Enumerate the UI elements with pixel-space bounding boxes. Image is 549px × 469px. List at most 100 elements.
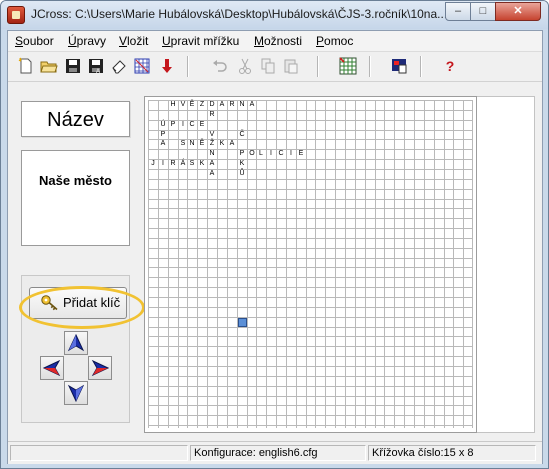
help-icon[interactable]: ? bbox=[441, 57, 459, 75]
grid-letter[interactable]: K bbox=[218, 139, 226, 149]
grid-letter[interactable]: Ú bbox=[159, 120, 167, 130]
toolbar-separator bbox=[369, 56, 371, 77]
menu-pomoc[interactable]: Pomoc bbox=[316, 34, 353, 48]
grid-letter[interactable]: A bbox=[218, 100, 226, 110]
crossword-icon[interactable] bbox=[133, 57, 151, 75]
toolbar-separator bbox=[317, 56, 319, 77]
grid-letter[interactable]: Ě bbox=[198, 139, 206, 149]
client-area: Soubor Úpravy Vložit Upravit mřížku Možn… bbox=[7, 30, 543, 464]
grid-letter[interactable]: Ž bbox=[208, 139, 216, 149]
grid-letter[interactable]: V bbox=[179, 100, 187, 110]
new-file-icon[interactable] bbox=[17, 57, 35, 75]
undo-icon[interactable] bbox=[211, 57, 229, 75]
key-icon bbox=[41, 295, 58, 311]
grid-letter[interactable]: A bbox=[208, 169, 216, 179]
svg-text:A: A bbox=[96, 69, 100, 75]
grid-letter[interactable]: K bbox=[198, 159, 206, 169]
toolbar-separator bbox=[187, 56, 189, 77]
grid-letter[interactable]: R bbox=[228, 100, 236, 110]
jcross-app-icon bbox=[7, 6, 25, 24]
menu-soubor[interactable]: Soubor bbox=[15, 34, 54, 48]
arrow-up-button[interactable] bbox=[64, 331, 88, 355]
grid-letter[interactable]: O bbox=[248, 149, 256, 159]
grid-empty-margin bbox=[477, 96, 535, 433]
add-key-button[interactable]: Přidat klíč bbox=[19, 286, 145, 329]
arrow-right-icon bbox=[91, 359, 110, 377]
toolbar: A ? bbox=[8, 52, 542, 82]
crossword-title: Naše město bbox=[39, 173, 112, 188]
arrow-up-icon bbox=[67, 333, 85, 352]
grid-letter[interactable]: N bbox=[188, 139, 196, 149]
arrow-down-button[interactable] bbox=[64, 381, 88, 405]
grid-letter[interactable]: A bbox=[248, 100, 256, 110]
minimize-button[interactable]: – bbox=[445, 2, 471, 21]
grid-letter[interactable]: N bbox=[238, 100, 246, 110]
copy-icon[interactable] bbox=[259, 57, 277, 75]
grid-letter[interactable]: L bbox=[257, 149, 265, 159]
menu-vlozit[interactable]: Vložit bbox=[119, 34, 148, 48]
status-config: Konfigurace: english6.cfg bbox=[190, 445, 366, 461]
status-bar: Konfigurace: english6.cfg Křížovka číslo… bbox=[8, 441, 542, 464]
cut-icon[interactable] bbox=[236, 57, 254, 75]
paste-icon[interactable] bbox=[282, 57, 300, 75]
crossword-title-box[interactable]: Naše město bbox=[21, 150, 130, 246]
grid-letter[interactable]: S bbox=[179, 139, 187, 149]
title-bar[interactable]: JCross: C:\Users\Marie Hubálovská\Deskto… bbox=[1, 1, 548, 29]
close-button[interactable]: ✕ bbox=[495, 2, 541, 21]
grid-letter[interactable]: Ě bbox=[188, 100, 196, 110]
grid-letter[interactable]: I bbox=[267, 149, 275, 159]
grid-letter[interactable]: H bbox=[169, 100, 177, 110]
crossword-grid-area[interactable]: HVĚZDARNARÚPICEPVČASNĚŽKANPOLICIEJIRÁSKA… bbox=[144, 96, 477, 433]
grid-letter[interactable]: Z bbox=[198, 100, 206, 110]
grid-letter[interactable]: E bbox=[297, 149, 305, 159]
grid-letter[interactable]: K bbox=[238, 159, 246, 169]
arrow-down-icon bbox=[67, 384, 85, 403]
grid-letter[interactable]: P bbox=[238, 149, 246, 159]
grid-letter[interactable]: A bbox=[228, 139, 236, 149]
grid-letters-layer: HVĚZDARNARÚPICEPVČASNĚŽKANPOLICIEJIRÁSKA… bbox=[148, 100, 473, 428]
grid-letter[interactable]: Č bbox=[238, 130, 246, 140]
left-panel: Název Naše město Přidat klíč bbox=[8, 83, 145, 435]
grid-letter[interactable]: C bbox=[277, 149, 285, 159]
down-arrow-icon[interactable] bbox=[158, 57, 176, 75]
arrow-left-button[interactable] bbox=[40, 356, 64, 380]
grid-letter[interactable]: P bbox=[169, 120, 177, 130]
grid-letter[interactable]: C bbox=[188, 120, 196, 130]
grid-letter[interactable]: I bbox=[159, 159, 167, 169]
grid-letter[interactable]: A bbox=[159, 139, 167, 149]
grid-letter[interactable]: J bbox=[149, 159, 157, 169]
save-as-icon[interactable]: A bbox=[87, 57, 105, 75]
window-title: JCross: C:\Users\Marie Hubálovská\Deskto… bbox=[31, 7, 448, 21]
grid-letter[interactable]: R bbox=[208, 110, 216, 120]
controls-panel: Přidat klíč bbox=[19, 275, 145, 423]
maximize-button[interactable]: □ bbox=[470, 2, 496, 21]
grid-letter[interactable]: D bbox=[208, 100, 216, 110]
grid-cursor[interactable] bbox=[238, 318, 247, 327]
grid-letter[interactable]: A bbox=[208, 159, 216, 169]
grid-letter[interactable]: Ů bbox=[238, 169, 246, 179]
add-key-label: Přidat klíč bbox=[63, 295, 121, 310]
status-grid-number: Křížovka číslo:15 x 8 bbox=[368, 445, 536, 461]
status-pane-empty bbox=[10, 445, 188, 461]
export-icon[interactable] bbox=[391, 57, 409, 75]
grid-letter[interactable]: Á bbox=[179, 159, 187, 169]
grid-letter[interactable]: S bbox=[188, 159, 196, 169]
eraser-icon[interactable] bbox=[110, 57, 128, 75]
arrow-right-button[interactable] bbox=[88, 356, 112, 380]
grid-letter[interactable]: E bbox=[198, 120, 206, 130]
open-folder-icon[interactable] bbox=[40, 57, 58, 75]
grid-letter[interactable]: N bbox=[208, 149, 216, 159]
grid-letter[interactable]: R bbox=[169, 159, 177, 169]
menu-moznosti[interactable]: Možnosti bbox=[254, 34, 302, 48]
arrow-left-icon bbox=[42, 359, 61, 377]
grid-letter[interactable]: I bbox=[179, 120, 187, 130]
app-window: JCross: C:\Users\Marie Hubálovská\Deskto… bbox=[0, 0, 549, 469]
menu-upravit-mrizku[interactable]: Upravit mřížku bbox=[162, 34, 239, 48]
grid-icon[interactable] bbox=[339, 57, 357, 75]
save-icon[interactable] bbox=[64, 57, 82, 75]
menu-upravy[interactable]: Úpravy bbox=[68, 34, 106, 48]
toolbar-separator bbox=[420, 56, 422, 77]
name-label-box: Název bbox=[21, 101, 130, 137]
menu-bar: Soubor Úpravy Vložit Upravit mřížku Možn… bbox=[8, 31, 542, 52]
grid-letter[interactable]: I bbox=[287, 149, 295, 159]
